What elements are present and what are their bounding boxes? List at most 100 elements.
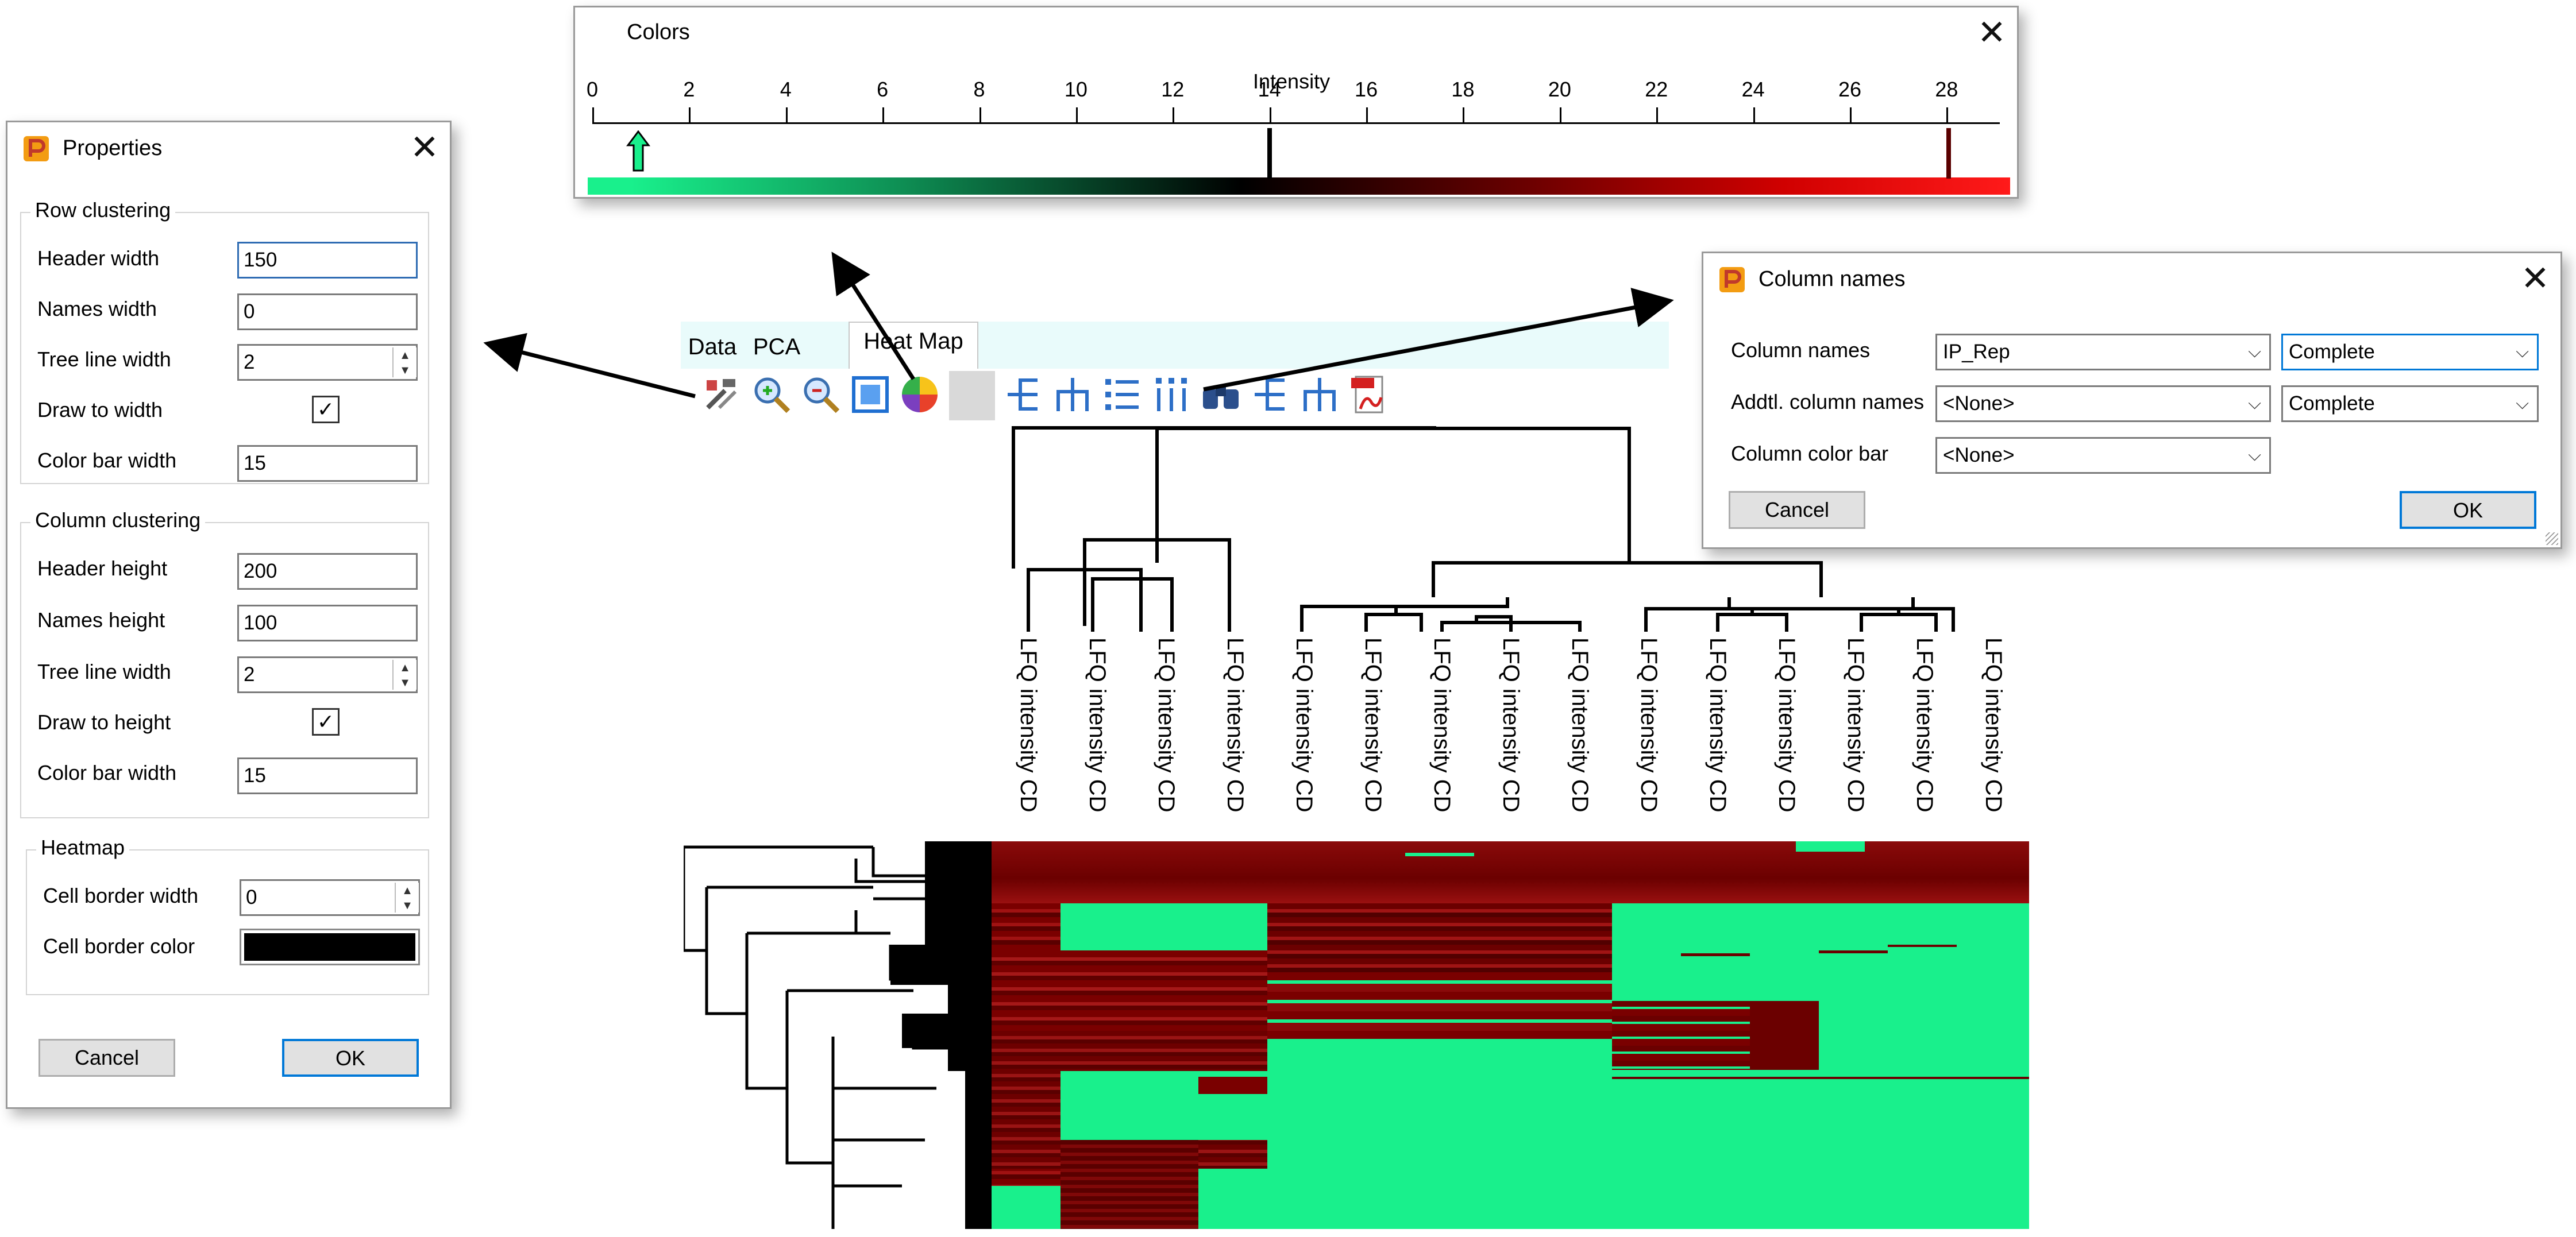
axis-tick-label: 16 <box>1355 78 1378 101</box>
heatmap-block <box>1267 1041 1336 1064</box>
tree-line-width-label: Tree line width <box>37 347 171 371</box>
column-names-select[interactable]: IP_Rep ⌵ <box>1935 334 2271 370</box>
row-clustering-title: Row clustering <box>30 198 176 222</box>
axis-tick <box>1463 107 1465 123</box>
addtl-column-names-mode-select[interactable]: Complete ⌵ <box>2281 385 2539 422</box>
column-names-ok-button[interactable]: OK <box>2400 491 2536 529</box>
colors-dialog: Colors ✕ Intensity 0 2 4 6 8 10 12 14 16 18 20 22 24… <box>573 6 2019 199</box>
axis-tick-label: 12 <box>1161 78 1185 101</box>
tab-heat-map[interactable]: Heat Map <box>849 322 978 370</box>
axis-tick-label: 28 <box>1935 78 1958 101</box>
heatmap-group-title: Heatmap <box>36 836 130 860</box>
row-tree-alt-icon[interactable] <box>1250 374 1290 415</box>
row-tree-icon[interactable] <box>1003 374 1043 415</box>
resize-grip[interactable] <box>2546 532 2558 545</box>
intensity-gradient-bar[interactable] <box>588 177 2010 195</box>
heatmap-line <box>1681 953 1750 956</box>
zoom-out-icon[interactable] <box>801 374 841 415</box>
spin-up-icon[interactable]: ▲ <box>394 660 417 675</box>
cell-border-color-swatch[interactable] <box>240 929 420 965</box>
heatmap-line <box>1612 1077 2029 1079</box>
column-label: LFQ intensity CD <box>1223 637 1248 813</box>
axis-tick <box>1946 107 1949 123</box>
axis-tick <box>979 107 981 123</box>
toolbar-blank-button[interactable] <box>949 371 995 420</box>
tab-strip <box>681 322 1669 369</box>
row-color-bar-width-input[interactable] <box>237 445 418 482</box>
column-names-label: Column names <box>1731 338 1871 362</box>
max-color-marker[interactable] <box>1946 128 1951 179</box>
spin-up-icon[interactable]: ▲ <box>394 347 417 362</box>
draw-to-width-checkbox[interactable]: ✓ <box>312 396 340 423</box>
tree-line-width-spinner[interactable]: ▲ ▼ <box>392 347 417 377</box>
properties-dialog: Properties ✕ Row clustering Header width… <box>6 121 452 1109</box>
names-width-label: Names width <box>37 297 157 320</box>
properties-ok-button[interactable]: OK <box>282 1039 419 1077</box>
axis-tick-label: 26 <box>1838 78 1862 101</box>
find-binoculars-icon[interactable] <box>1201 374 1241 415</box>
properties-cancel-button[interactable]: Cancel <box>38 1039 175 1077</box>
column-color-bar-label: Column color bar <box>1731 442 1889 465</box>
axis-tick-label: 10 <box>1064 78 1088 101</box>
column-names-cancel-button[interactable]: Cancel <box>1729 491 1865 529</box>
column-tree-icon[interactable] <box>1052 374 1093 415</box>
colors-title-bar <box>575 7 2017 60</box>
header-height-label: Header height <box>37 556 168 580</box>
axis-tick <box>1269 107 1271 123</box>
column-label: LFQ intensity CD <box>1016 637 1041 813</box>
tools-icon[interactable] <box>702 374 742 415</box>
names-height-input[interactable] <box>237 605 418 641</box>
column-tree-alt-icon[interactable] <box>1299 374 1340 415</box>
tree-line-width-input[interactable] <box>237 344 418 381</box>
tab-data[interactable]: Data <box>681 328 744 365</box>
column-names-mode-select[interactable]: Complete ⌵ <box>2281 334 2539 370</box>
column-label: LFQ intensity CD <box>1567 637 1592 813</box>
col-tree-line-width-spinner[interactable]: ▲ ▼ <box>392 660 417 690</box>
cell-border-color-label: Cell border color <box>43 934 195 958</box>
axis-tick-label: 2 <box>683 78 695 101</box>
axis-tick <box>1656 107 1659 123</box>
heatmap-line <box>1888 945 1957 947</box>
heatmap-block <box>992 950 1267 1031</box>
header-width-label: Header width <box>37 246 160 270</box>
heatmap-line <box>1796 841 1865 852</box>
header-width-input[interactable] <box>237 242 418 279</box>
col-tree-line-width-input[interactable] <box>237 656 418 693</box>
addtl-column-names-select[interactable]: <None> ⌵ <box>1935 385 2271 422</box>
names-width-input[interactable] <box>237 293 418 330</box>
spin-up-icon[interactable]: ▲ <box>396 883 419 898</box>
cell-border-width-spinner[interactable]: ▲ ▼ <box>395 883 419 913</box>
header-height-input[interactable] <box>237 553 418 590</box>
zoom-in-icon[interactable] <box>751 374 792 415</box>
draw-to-height-checkbox[interactable]: ✓ <box>312 708 340 736</box>
axis-tick-label: 24 <box>1741 78 1765 101</box>
column-label: LFQ intensity CD <box>1981 637 2006 813</box>
spin-down-icon[interactable]: ▼ <box>394 675 417 690</box>
heatmap-block <box>992 1186 1061 1229</box>
axis-tick-label: 22 <box>1645 78 1668 101</box>
axis-tick <box>1075 107 1078 123</box>
column-names-icon[interactable] <box>1151 374 1191 415</box>
pdf-export-icon[interactable] <box>1349 374 1389 415</box>
cell-border-width-input[interactable] <box>240 879 420 916</box>
spin-down-icon[interactable]: ▼ <box>394 362 417 377</box>
column-names-title: Column names <box>1759 267 1906 291</box>
col-color-bar-width-input[interactable] <box>237 757 418 794</box>
close-icon[interactable]: ✕ <box>1971 12 2012 53</box>
spin-down-icon[interactable]: ▼ <box>396 898 419 913</box>
min-color-marker[interactable] <box>626 130 651 182</box>
row-names-icon[interactable] <box>1102 374 1142 415</box>
addtl-column-names-label: Addtl. column names <box>1731 390 1925 413</box>
heatmap[interactable] <box>992 841 2029 1229</box>
heatmap-band-top <box>992 841 2029 903</box>
column-color-bar-select[interactable]: <None> ⌵ <box>1935 437 2271 474</box>
heatmap-group: Heatmap <box>26 836 429 995</box>
midpoint-marker[interactable] <box>1267 128 1272 179</box>
color-wheel-icon[interactable] <box>900 374 940 415</box>
close-icon[interactable]: ✕ <box>404 127 445 168</box>
heatmap-block <box>1198 1077 1267 1094</box>
close-icon[interactable]: ✕ <box>2515 258 2556 299</box>
heatmap-block <box>1750 1001 1819 1070</box>
tab-pca[interactable]: PCA <box>745 328 808 365</box>
fit-to-window-icon[interactable] <box>850 374 890 415</box>
